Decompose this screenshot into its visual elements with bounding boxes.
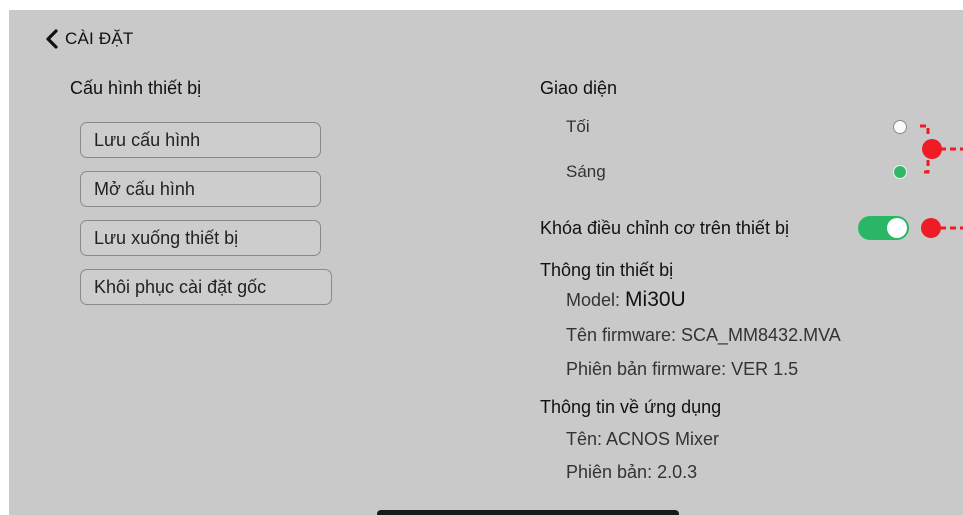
theme-light-radio[interactable] [893,165,907,179]
appearance-section-title: Giao diện [540,78,618,98]
factory-reset-button[interactable]: Khôi phục cài đặt gốc [80,269,332,305]
open-config-button[interactable]: Mở cấu hình [80,171,321,207]
lock-controls-toggle[interactable] [858,216,909,240]
back-button[interactable]: CÀI ĐẶT [45,29,133,49]
firmware-name: Tên firmware: SCA_MM8432.MVA [566,325,841,345]
theme-dark-radio[interactable] [893,120,907,134]
settings-screen: CÀI ĐẶT Cấu hình thiết bị Lưu cấu hình M… [9,10,963,515]
theme-option-dark-label: Tối [566,117,590,136]
firmware-version: Phiên bản firmware: VER 1.5 [566,359,799,379]
device-info-title: Thông tin thiết bị [540,260,674,280]
model-prefix: Model: [566,290,626,310]
save-config-button[interactable]: Lưu cấu hình [80,122,321,158]
home-indicator [377,510,679,515]
app-info-title: Thông tin về ứng dụng [540,397,722,417]
app-version: Phiên bản: 2.0.3 [566,462,698,482]
chevron-left-icon [46,29,58,49]
theme-option-light-label: Sáng [566,162,606,181]
save-to-device-button[interactable]: Lưu xuống thiết bị [80,220,321,256]
toggle-annotation-marker [921,218,941,238]
lock-controls-label: Khóa điều chỉnh cơ trên thiết bị [540,218,789,238]
theme-annotation-marker [922,139,942,159]
model-value: Mi30U [625,288,686,311]
device-model: Model: Mi30U [566,288,686,312]
toggle-knob [887,218,907,238]
app-name: Tên: ACNOS Mixer [566,429,720,449]
config-section-title: Cấu hình thiết bị [70,78,202,98]
back-label: CÀI ĐẶT [65,29,134,48]
